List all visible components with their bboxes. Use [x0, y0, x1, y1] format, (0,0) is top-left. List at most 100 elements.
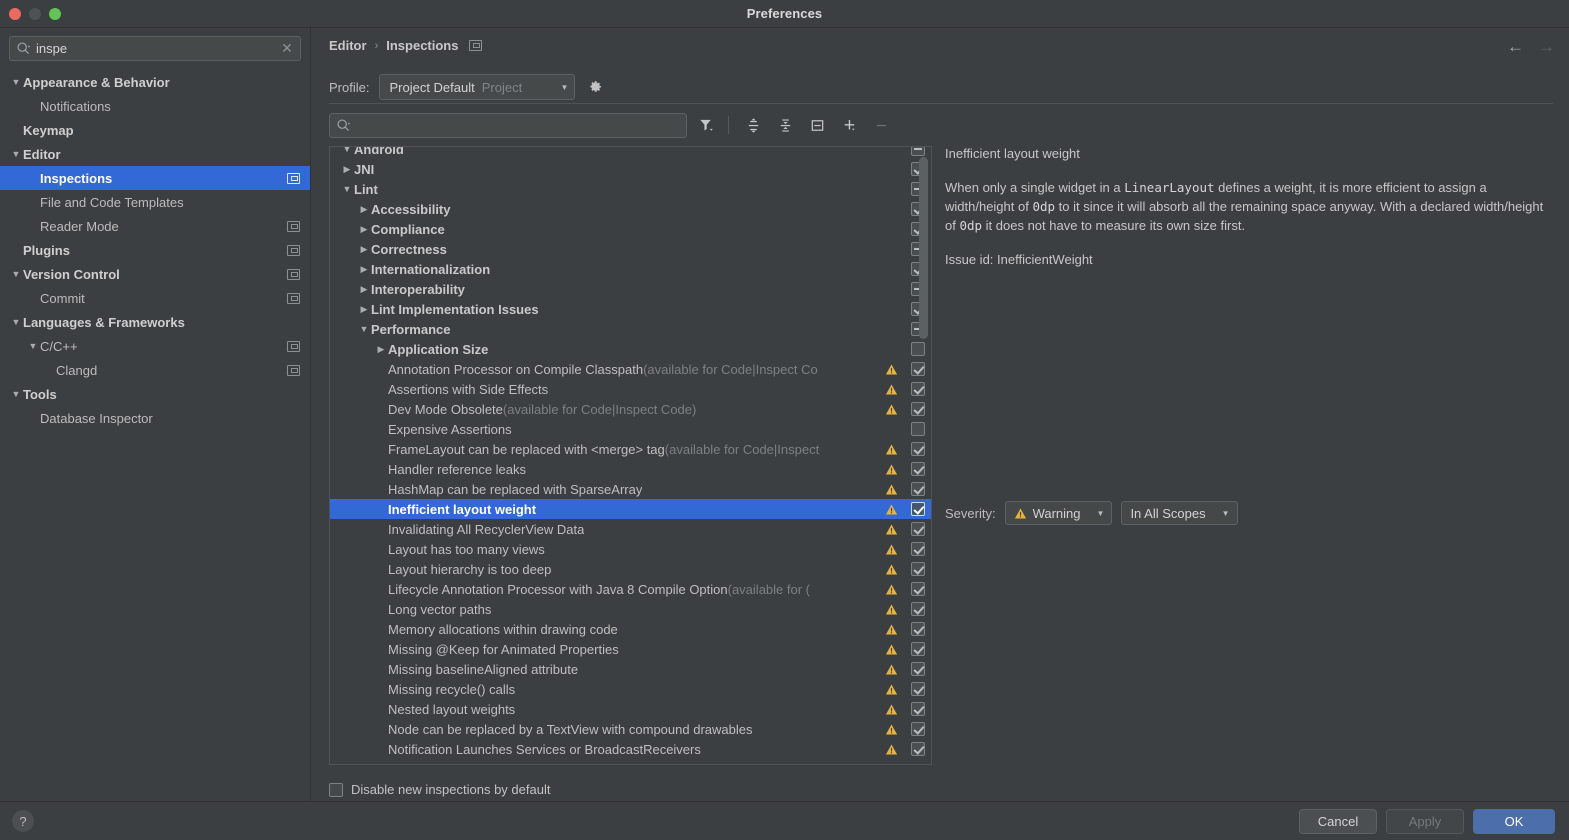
filter-icon[interactable] — [693, 112, 719, 138]
collapse-all-icon[interactable] — [772, 112, 798, 138]
sidebar-item-inspections[interactable]: ▶Inspections — [0, 166, 310, 190]
sidebar-item-editor[interactable]: ▼Editor — [0, 142, 310, 166]
chevron-down-icon[interactable]: ▼ — [357, 324, 371, 334]
inspection-group-row[interactable]: ▼Lint — [330, 179, 932, 199]
apply-button[interactable]: Apply — [1386, 809, 1464, 834]
chevron-down-icon[interactable]: ▼ — [9, 317, 23, 327]
inspection-row[interactable]: ▶FrameLayout can be replaced with <merge… — [330, 439, 932, 459]
inspection-group-row[interactable]: ▶Application Size — [330, 339, 932, 359]
arrow-left-icon[interactable]: ← — [1507, 38, 1524, 55]
project-scope-icon — [287, 365, 300, 376]
severity-select[interactable]: Warning ▼ — [1005, 501, 1113, 525]
inspection-row[interactable]: ▶Node can be replaced by a TextView with… — [330, 719, 932, 739]
inspection-search-box[interactable] — [329, 113, 687, 138]
sidebar-item-clangd[interactable]: ▶Clangd — [0, 358, 310, 382]
inspection-row[interactable]: ▶Missing @Keep for Animated Properties — [330, 639, 932, 659]
inspection-row[interactable]: ▶Layout has too many views — [330, 539, 932, 559]
inspection-group-row[interactable]: ▼Performance — [330, 319, 932, 339]
inspection-row[interactable]: ▶Handler reference leaks — [330, 459, 932, 479]
chevron-right-icon[interactable]: ▶ — [340, 164, 354, 175]
sidebar-item-tools[interactable]: ▼Tools — [0, 382, 310, 406]
sidebar-item-version-control[interactable]: ▼Version Control — [0, 262, 310, 286]
expand-all-icon[interactable] — [740, 112, 766, 138]
inspection-label: Interoperability — [371, 282, 465, 297]
chevron-down-icon[interactable]: ▼ — [9, 269, 23, 279]
chevron-down-icon[interactable]: ▼ — [9, 77, 23, 87]
sidebar-item-reader-mode[interactable]: ▶Reader Mode — [0, 214, 310, 238]
inspection-row[interactable]: ▶Missing baselineAligned attribute — [330, 659, 932, 679]
profile-select[interactable]: Project Default Project ▼ — [379, 74, 575, 100]
inspection-row[interactable]: ▶Invalidating All RecyclerView Data — [330, 519, 932, 539]
inspection-row[interactable]: ▶Nested layout weights — [330, 699, 932, 719]
inspection-row[interactable]: ▶Expensive Assertions — [330, 419, 932, 439]
inspection-row[interactable]: ▶Layout hierarchy is too deep — [330, 559, 932, 579]
add-icon[interactable] — [836, 112, 862, 138]
chevron-right-icon[interactable]: ▶ — [357, 224, 371, 235]
scope-select[interactable]: In All Scopes ▼ — [1121, 501, 1237, 525]
zoom-button[interactable] — [49, 8, 61, 20]
inspection-row[interactable]: ▶Memory allocations within drawing code — [330, 619, 932, 639]
inspection-row[interactable]: ▶Inefficient layout weight — [330, 499, 932, 519]
chevron-down-icon[interactable]: ▼ — [9, 149, 23, 159]
breadcrumb-root[interactable]: Editor — [329, 38, 367, 53]
sidebar-item-file-and-code-templates[interactable]: ▶File and Code Templates — [0, 190, 310, 214]
inspection-group-row[interactable]: ▶Internationalization — [330, 259, 932, 279]
inspection-row[interactable]: ▶HashMap can be replaced with SparseArra… — [330, 479, 932, 499]
inspection-row[interactable]: ▶Dev Mode Obsolete (available for Code|I… — [330, 399, 932, 419]
chevron-right-icon[interactable]: ▶ — [357, 204, 371, 215]
inspection-group-row[interactable]: ▶JNI — [330, 159, 932, 179]
inspection-row[interactable]: ▶Missing recycle() calls — [330, 679, 932, 699]
close-button[interactable] — [9, 8, 21, 20]
sidebar-search-box[interactable]: ✕ — [9, 36, 301, 61]
inspection-label: Memory allocations within drawing code — [388, 622, 618, 637]
sidebar-item-plugins[interactable]: ▶Plugins — [0, 238, 310, 262]
group-by-icon[interactable] — [804, 112, 830, 138]
help-button[interactable]: ? — [12, 810, 34, 832]
chevron-down-icon[interactable]: ▼ — [26, 341, 40, 351]
chevron-down-icon[interactable]: ▼ — [340, 146, 354, 154]
chevron-right-icon[interactable]: ▶ — [357, 244, 371, 255]
inspection-group-row[interactable]: ▶Accessibility — [330, 199, 932, 219]
inspection-label: Invalidating All RecyclerView Data — [388, 522, 584, 537]
disable-new-inspections-checkbox[interactable] — [329, 783, 343, 797]
clear-icon[interactable]: ✕ — [274, 40, 300, 57]
chevron-right-icon[interactable]: ▶ — [357, 304, 371, 315]
scrollbar-thumb[interactable] — [919, 157, 928, 339]
sidebar-item-c-c[interactable]: ▼C/C++ — [0, 334, 310, 358]
minimize-button[interactable] — [29, 8, 41, 20]
sidebar-item-appearance-behavior[interactable]: ▼Appearance & Behavior — [0, 70, 310, 94]
inspection-group-row[interactable]: ▶Interoperability — [330, 279, 932, 299]
inspection-group-row[interactable]: ▼Android — [330, 146, 932, 159]
cancel-button[interactable]: Cancel — [1299, 809, 1377, 834]
arrow-right-icon[interactable]: → — [1538, 38, 1555, 55]
inspection-search-input[interactable] — [356, 118, 686, 133]
inspection-row[interactable]: ▶Assertions with Side Effects — [330, 379, 932, 399]
inspection-group-row[interactable]: ▶Compliance — [330, 219, 932, 239]
disable-new-inspections-row[interactable]: Disable new inspections by default — [329, 782, 550, 797]
inspection-row[interactable]: ▶Lifecycle Annotation Processor with Jav… — [330, 579, 932, 599]
inspection-label: Annotation Processor on Compile Classpat… — [388, 362, 643, 377]
remove-icon[interactable] — [868, 112, 894, 138]
chevron-right-icon[interactable]: ▶ — [374, 344, 388, 355]
chevron-right-icon[interactable]: ▶ — [357, 284, 371, 295]
inspection-group-row[interactable]: ▶Lint Implementation Issues — [330, 299, 932, 319]
inspection-row[interactable]: ▶Annotation Processor on Compile Classpa… — [330, 359, 932, 379]
inspection-scrollbar[interactable] — [919, 153, 928, 761]
window-controls[interactable] — [9, 0, 61, 28]
inspection-group-row[interactable]: ▶Correctness — [330, 239, 932, 259]
chevron-down-icon[interactable]: ▼ — [9, 389, 23, 399]
inspection-row[interactable]: ▶Long vector paths — [330, 599, 932, 619]
chevron-right-icon[interactable]: ▶ — [357, 264, 371, 275]
sidebar-item-database-inspector[interactable]: ▶Database Inspector — [0, 406, 310, 430]
warning-triangle-icon — [879, 403, 903, 416]
sidebar-item-commit[interactable]: ▶Commit — [0, 286, 310, 310]
ok-button[interactable]: OK — [1473, 809, 1555, 834]
chevron-down-icon[interactable]: ▼ — [340, 184, 354, 194]
sidebar-search-input[interactable] — [36, 37, 274, 60]
gear-icon[interactable] — [585, 77, 605, 97]
sidebar-item-keymap[interactable]: ▶Keymap — [0, 118, 310, 142]
sidebar-item-languages-frameworks[interactable]: ▼Languages & Frameworks — [0, 310, 310, 334]
inspection-list[interactable]: ▼Android▶JNI▼Lint▶Accessibility▶Complian… — [329, 146, 932, 765]
inspection-row[interactable]: ▶Notification Launches Services or Broad… — [330, 739, 932, 759]
sidebar-item-notifications[interactable]: ▶Notifications — [0, 94, 310, 118]
